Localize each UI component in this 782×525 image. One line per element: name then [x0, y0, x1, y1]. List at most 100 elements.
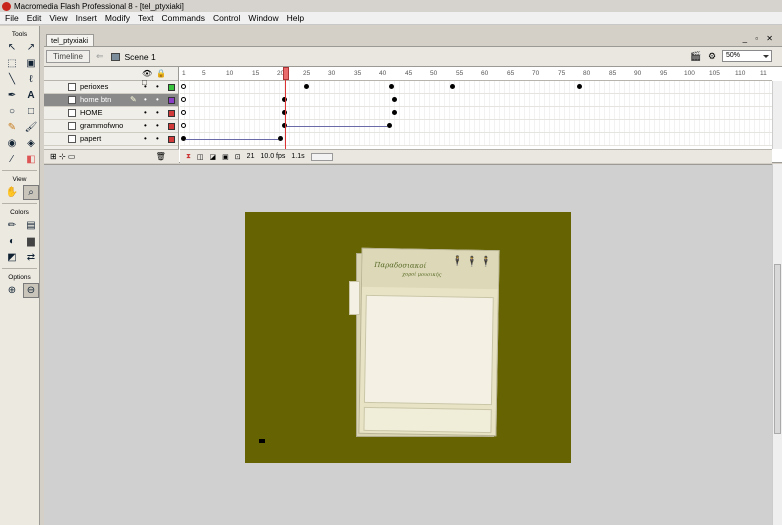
enlarge-icon[interactable]: ⊕: [4, 283, 20, 298]
gradient-transform-tool-icon[interactable]: ▣: [23, 56, 39, 71]
menu-control[interactable]: Control: [210, 13, 243, 23]
visibility-dot[interactable]: •: [144, 133, 147, 145]
menu-text[interactable]: Text: [135, 13, 157, 23]
keyframe[interactable]: [304, 84, 309, 89]
document-window-controls[interactable]: _ ▫ ✕: [743, 34, 776, 43]
delete-layer-icon[interactable]: 🗑: [156, 152, 166, 161]
menu-file[interactable]: File: [2, 13, 22, 23]
menu-help[interactable]: Help: [284, 13, 307, 23]
visibility-dot[interactable]: •: [144, 81, 147, 93]
reduce-icon[interactable]: ⊖: [23, 283, 39, 298]
zoom-tool-icon[interactable]: ⌕: [23, 185, 39, 200]
scene-label[interactable]: Scene 1: [124, 52, 155, 62]
add-guide-layer-icon[interactable]: ⊹: [59, 152, 66, 161]
center-frame-icon[interactable]: ⧗: [186, 153, 191, 161]
frame-row[interactable]: [180, 120, 772, 133]
stroke-color-icon[interactable]: ✏: [4, 218, 20, 233]
menu-insert[interactable]: Insert: [73, 13, 100, 23]
edit-multiple-frames-icon[interactable]: ▣: [222, 153, 229, 161]
swap-colors-icon[interactable]: ⇄: [23, 250, 39, 265]
eraser-tool-icon[interactable]: ◧: [23, 152, 39, 167]
layer-row[interactable]: grammofwno • •: [44, 120, 178, 133]
lasso-tool-icon[interactable]: ℓ: [23, 72, 39, 87]
onion-outlines-icon[interactable]: ◪: [210, 153, 217, 161]
keyframe[interactable]: [389, 84, 394, 89]
frame-row[interactable]: [180, 133, 772, 146]
timeline-hscroll[interactable]: [310, 152, 333, 161]
menu-window[interactable]: Window: [245, 13, 281, 23]
line-tool-icon[interactable]: ╲: [4, 72, 20, 87]
small-symbol[interactable]: [259, 439, 265, 443]
layer-row-selected[interactable]: home btn ✎ • •: [44, 94, 178, 107]
keyframe[interactable]: [387, 123, 392, 128]
pencil-tool-icon[interactable]: ✎: [4, 120, 20, 135]
oval-tool-icon[interactable]: ○: [4, 104, 20, 119]
layer-row[interactable]: HOME • •: [44, 107, 178, 120]
keyframe-empty[interactable]: [181, 84, 186, 89]
layer-name[interactable]: perioxes: [80, 81, 108, 93]
playhead-cap[interactable]: [283, 67, 289, 80]
modify-onion-markers-icon[interactable]: ⊡: [235, 153, 241, 161]
paint-bucket-tool-icon[interactable]: ◈: [23, 136, 39, 151]
lock-dot[interactable]: •: [156, 107, 159, 119]
lock-dot[interactable]: •: [156, 133, 159, 145]
outline-color-swatch[interactable]: [168, 97, 175, 104]
keyframe[interactable]: [392, 97, 397, 102]
menu-view[interactable]: View: [46, 13, 70, 23]
insert-folder-icon[interactable]: ▭: [68, 152, 76, 161]
layer-name[interactable]: papert: [80, 133, 101, 145]
fill-swatch-icon[interactable]: ▆: [23, 234, 39, 249]
frame-ruler[interactable]: 1 5 10 15 20 25 30 35 40 45 50 55 60 65 …: [180, 67, 772, 81]
eyedropper-tool-icon[interactable]: ⁄: [4, 152, 20, 167]
menu-edit[interactable]: Edit: [24, 13, 45, 23]
outline-color-swatch[interactable]: [168, 84, 175, 91]
menu-modify[interactable]: Modify: [102, 13, 133, 23]
keyframe[interactable]: [392, 110, 397, 115]
free-transform-tool-icon[interactable]: ⬚: [4, 56, 20, 71]
layer-row[interactable]: perioxes • •: [44, 81, 178, 94]
visibility-dot[interactable]: •: [144, 94, 147, 106]
document-tab[interactable]: tel_ptyxiaki: [46, 34, 94, 46]
pen-tool-icon[interactable]: ✒: [4, 88, 20, 103]
layer-name[interactable]: grammofwno: [80, 120, 123, 132]
layer-row[interactable]: papert • •: [44, 133, 178, 146]
selection-tool-icon[interactable]: ↖: [4, 40, 20, 55]
keyframe-empty[interactable]: [181, 97, 186, 102]
visibility-dot[interactable]: •: [144, 107, 147, 119]
timeline-vscroll[interactable]: [772, 81, 782, 149]
keyframe-empty[interactable]: [181, 123, 186, 128]
outline-color-swatch[interactable]: [168, 123, 175, 130]
lock-dot[interactable]: •: [156, 94, 159, 106]
lock-dot[interactable]: •: [156, 120, 159, 132]
paper-graphic[interactable]: Παραδοσιακοί χοροί μουσικής 🕴🕴🕴: [358, 247, 500, 437]
stroke-swatch-icon[interactable]: ▤: [23, 218, 39, 233]
lock-dot[interactable]: •: [156, 81, 159, 93]
outline-color-swatch[interactable]: [168, 110, 175, 117]
subselection-tool-icon[interactable]: ↗: [23, 40, 39, 55]
layer-name[interactable]: home btn: [80, 94, 111, 106]
frame-row[interactable]: [180, 107, 772, 120]
layer-name[interactable]: HOME: [80, 107, 103, 119]
edit-scene-icon[interactable]: 🎬: [690, 51, 702, 62]
default-colors-icon[interactable]: ◩: [4, 250, 20, 265]
stage-vscroll-thumb[interactable]: [774, 264, 781, 434]
ink-bottle-tool-icon[interactable]: ◉: [4, 136, 20, 151]
text-tool-icon[interactable]: A: [23, 88, 39, 103]
stage-vscroll[interactable]: [772, 164, 782, 525]
frame-rate[interactable]: 10.0 fps: [260, 153, 285, 160]
rectangle-tool-icon[interactable]: □: [23, 104, 39, 119]
timeline-toggle-button[interactable]: Timeline: [46, 50, 90, 63]
hand-tool-icon[interactable]: ✋: [4, 185, 20, 200]
zoom-select[interactable]: 50%: [722, 50, 772, 62]
keyframe[interactable]: [450, 84, 455, 89]
menu-commands[interactable]: Commands: [159, 13, 208, 23]
outline-color-swatch[interactable]: [168, 136, 175, 143]
brush-tool-icon[interactable]: 🖌: [23, 120, 39, 135]
frame-row[interactable]: [180, 94, 772, 107]
keyframe[interactable]: [577, 84, 582, 89]
onion-skin-icon[interactable]: ◫: [197, 153, 204, 161]
visibility-dot[interactable]: •: [144, 120, 147, 132]
frame-row[interactable]: [180, 81, 772, 94]
back-arrow-icon[interactable]: ⇐: [96, 51, 104, 62]
fill-color-icon[interactable]: ◐: [4, 234, 20, 249]
